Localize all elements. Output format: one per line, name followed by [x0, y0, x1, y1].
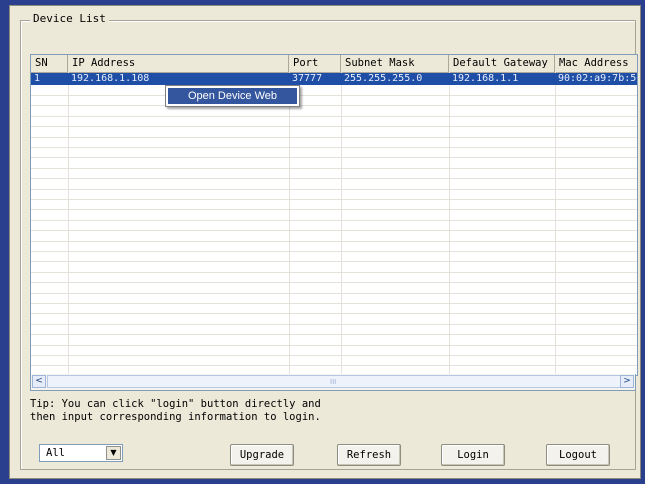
empty-row [31, 116, 637, 128]
column-divider [68, 72, 69, 375]
login-button[interactable]: Login [441, 444, 505, 466]
cell-subnet: 255.255.255.0 [344, 73, 423, 84]
column-divider [449, 72, 450, 375]
tip-text: Tip: You can click "login" button direct… [30, 398, 321, 424]
empty-row [31, 168, 637, 180]
column-divider [555, 72, 556, 375]
empty-row [31, 262, 637, 273]
scrollbar-thumb[interactable]: III [47, 375, 621, 388]
upgrade-button[interactable]: Upgrade [230, 444, 294, 466]
cell-sn: 1 [34, 73, 41, 84]
open-device-web-menu-item[interactable]: Open Device Web [168, 88, 297, 104]
filter-value: All [46, 447, 65, 459]
empty-row [31, 95, 637, 107]
empty-row [31, 106, 637, 117]
device-list-window: Device List SN IP Address Port Subnet Ma… [9, 5, 641, 479]
empty-row [31, 158, 637, 169]
grip-icon: III [330, 378, 337, 386]
empty-row [31, 127, 637, 138]
empty-row [31, 303, 637, 315]
empty-row [31, 179, 637, 190]
tip-line-1: Tip: You can click "login" button direct… [30, 398, 321, 410]
cell-ip: 192.168.1.108 [71, 73, 150, 84]
empty-row [31, 210, 637, 221]
table-header: SN IP Address Port Subnet Mask Default G… [31, 55, 637, 73]
device-list-table[interactable]: SN IP Address Port Subnet Mask Default G… [30, 54, 638, 376]
table-row[interactable]: 1 192.168.1.108 37777 255.255.255.0 192.… [31, 73, 637, 85]
cell-mac: 90:02:a9:7b:50 [558, 73, 637, 84]
empty-row [31, 293, 637, 304]
empty-row [31, 283, 637, 294]
empty-row [31, 324, 637, 336]
empty-row [31, 147, 637, 159]
empty-row [31, 189, 637, 200]
tip-line-2: then input corresponding information to … [30, 411, 321, 423]
empty-row [31, 220, 637, 232]
column-header-ip[interactable]: IP Address [68, 55, 289, 72]
cell-port: 37777 [292, 73, 323, 84]
column-header-mac[interactable]: Mac Address [555, 55, 637, 72]
filter-dropdown[interactable]: All ▼ [39, 444, 123, 462]
cell-gateway: 192.168.1.1 [452, 73, 519, 84]
column-divider [289, 72, 290, 375]
empty-row [31, 345, 637, 356]
scroll-left-icon[interactable]: < [32, 375, 46, 388]
empty-row [31, 251, 637, 263]
empty-row [31, 231, 637, 242]
column-divider [341, 72, 342, 375]
column-header-gateway[interactable]: Default Gateway [449, 55, 555, 72]
empty-row [31, 241, 637, 252]
empty-row [31, 199, 637, 211]
column-header-sn[interactable]: SN [31, 55, 68, 72]
empty-row [31, 137, 637, 148]
refresh-button[interactable]: Refresh [337, 444, 401, 466]
empty-row [31, 272, 637, 284]
logout-button[interactable]: Logout [546, 444, 610, 466]
scroll-right-icon[interactable]: > [620, 375, 634, 388]
chevron-down-icon[interactable]: ▼ [106, 446, 121, 460]
empty-row [31, 85, 637, 96]
group-title: Device List [30, 11, 109, 27]
column-header-subnet[interactable]: Subnet Mask [341, 55, 449, 72]
column-header-port[interactable]: Port [289, 55, 341, 72]
empty-row [31, 355, 637, 367]
empty-row [31, 335, 637, 346]
horizontal-scrollbar[interactable]: < III > [30, 374, 636, 391]
context-menu: Open Device Web [165, 85, 300, 107]
empty-row [31, 314, 637, 325]
